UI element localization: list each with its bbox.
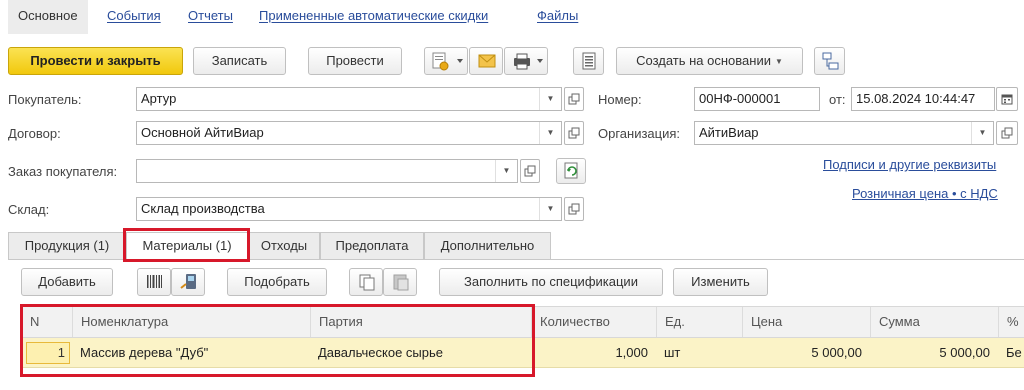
add-row-button[interactable]: Добавить [21, 268, 113, 296]
tab-materials[interactable]: Материалы (1) [126, 232, 248, 260]
chevron-down-icon[interactable]: ▼ [539, 198, 561, 220]
row-sum-cell[interactable]: 5 000,00 [870, 338, 998, 367]
number-field[interactable]: 00НФ-000001 [694, 87, 820, 111]
hierarchy-icon [822, 52, 839, 70]
calendar-icon [1001, 94, 1013, 105]
structure-button[interactable] [573, 47, 604, 75]
copy-icon [359, 274, 375, 291]
scanner-icon [180, 274, 196, 289]
change-button[interactable]: Изменить [673, 268, 768, 296]
calendar-button[interactable] [996, 87, 1018, 111]
contract-field[interactable]: Основной АйтиВиар ▼ [136, 121, 562, 145]
hierarchy-button[interactable] [814, 47, 845, 75]
barcode-icon [147, 275, 162, 288]
order-label: Заказ покупателя: [8, 164, 118, 179]
tab-additional[interactable]: Дополнительно [424, 232, 551, 259]
create-based-on-label: Создать на основании [636, 53, 771, 68]
column-header-qty[interactable]: Количество [531, 307, 656, 337]
order-field[interactable]: ▼ [136, 159, 518, 183]
row-percent-cell[interactable]: Бе [998, 338, 1024, 367]
pick-button[interactable]: Подобрать [227, 268, 327, 296]
org-field[interactable]: АйтиВиар ▼ [694, 121, 994, 145]
order-open-button[interactable] [520, 159, 540, 183]
signatures-link[interactable]: Подписи и другие реквизиты [823, 157, 996, 172]
contract-label: Договор: [8, 126, 61, 141]
tab-prepayment[interactable]: Предоплата [320, 232, 424, 259]
nav-main-tab[interactable]: Основное [8, 0, 88, 34]
date-field[interactable]: 15.08.2024 10:44:47 [851, 87, 995, 111]
column-header-batch[interactable]: Партия [310, 307, 531, 337]
table-header: N Номенклатура Партия Количество Ед. Цен… [22, 306, 1024, 338]
column-header-price[interactable]: Цена [742, 307, 870, 337]
date-label: от: [829, 92, 846, 107]
open-window-icon [568, 203, 580, 215]
warehouse-label: Склад: [8, 202, 50, 217]
paste-icon [393, 274, 409, 291]
row-qty-cell[interactable]: 1,000 [531, 338, 656, 367]
row-batch-cell[interactable]: Давальческое сырье [310, 338, 531, 367]
buyer-value: Артур [141, 91, 177, 106]
chevron-down-icon: ▼ [774, 56, 783, 66]
barcode-button[interactable] [137, 268, 171, 296]
nav-discounts-link[interactable]: Примененные автоматические скидки [259, 0, 488, 34]
top-nav: Основное События Отчеты Примененные авто… [0, 0, 1024, 34]
column-header-n[interactable]: N [22, 307, 72, 337]
contract-value: Основной АйтиВиар [141, 125, 264, 140]
number-value: 00НФ-000001 [699, 91, 781, 106]
org-open-button[interactable] [996, 121, 1018, 145]
refresh-document-icon [564, 162, 578, 179]
buyer-open-button[interactable] [564, 87, 584, 111]
fill-by-spec-button[interactable]: Заполнить по спецификации [439, 268, 663, 296]
open-window-icon [568, 127, 580, 139]
order-fill-button[interactable] [556, 158, 586, 184]
chevron-down-icon[interactable]: ▼ [539, 122, 561, 144]
paste-button[interactable] [383, 268, 417, 296]
table-row[interactable]: 1 Массив дерева "Дуб" Давальческое сырье… [22, 338, 1024, 368]
buyer-field[interactable]: Артур ▼ [136, 87, 562, 111]
scanner-button[interactable] [171, 268, 205, 296]
tab-waste[interactable]: Отходы [248, 232, 320, 259]
warehouse-value: Склад производства [141, 201, 265, 216]
date-value: 15.08.2024 10:44:47 [856, 91, 976, 106]
org-label: Организация: [598, 126, 681, 141]
open-window-icon [568, 93, 580, 105]
row-number-cell[interactable]: 1 [26, 342, 70, 364]
document-gear-icon [432, 52, 463, 71]
warehouse-field[interactable]: Склад производства ▼ [136, 197, 562, 221]
column-header-item[interactable]: Номенклатура [72, 307, 310, 337]
column-header-unit[interactable]: Ед. [656, 307, 742, 337]
number-label: Номер: [598, 92, 642, 107]
open-window-icon [524, 165, 536, 177]
nav-files-link[interactable]: Файлы [537, 0, 578, 34]
open-window-icon [1001, 127, 1013, 139]
row-item-cell[interactable]: Массив дерева "Дуб" [72, 338, 310, 367]
printer-icon [514, 53, 543, 70]
copy-button[interactable] [349, 268, 383, 296]
warehouse-open-button[interactable] [564, 197, 584, 221]
email-button[interactable] [469, 47, 503, 75]
buyer-label: Покупатель: [8, 92, 82, 107]
chevron-down-icon[interactable]: ▼ [539, 88, 561, 110]
post-button[interactable]: Провести [308, 47, 402, 75]
save-button[interactable]: Записать [193, 47, 286, 75]
create-based-on-button[interactable]: Создать на основании ▼ [616, 47, 803, 75]
document-menu-button[interactable] [424, 47, 468, 75]
row-unit-cell[interactable]: шт [656, 338, 742, 367]
tab-products[interactable]: Продукция (1) [8, 232, 126, 259]
envelope-icon [478, 54, 496, 68]
column-header-sum[interactable]: Сумма [870, 307, 998, 337]
chevron-down-icon[interactable]: ▼ [495, 160, 517, 182]
column-header-percent[interactable]: % [998, 307, 1024, 337]
post-and-close-button[interactable]: Провести и закрыть [8, 47, 183, 75]
nav-events-link[interactable]: События [107, 0, 161, 34]
retail-price-link[interactable]: Розничная цена • с НДС [852, 186, 998, 201]
chevron-down-icon[interactable]: ▼ [971, 122, 993, 144]
row-price-cell[interactable]: 5 000,00 [742, 338, 870, 367]
contract-open-button[interactable] [564, 121, 584, 145]
org-value: АйтиВиар [699, 125, 759, 140]
list-document-icon [582, 52, 596, 70]
nav-reports-link[interactable]: Отчеты [188, 0, 233, 34]
print-button[interactable] [504, 47, 548, 75]
